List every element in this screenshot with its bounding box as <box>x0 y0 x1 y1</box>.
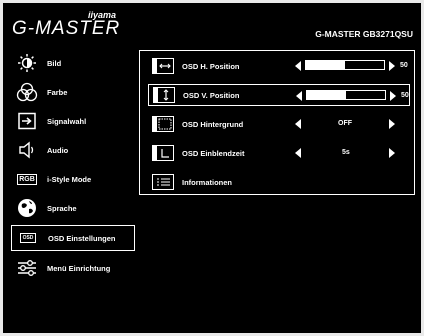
sidebar-item-bild[interactable]: Bild <box>11 50 135 76</box>
decrease-arrow-icon[interactable] <box>296 91 302 101</box>
color-icon <box>13 81 41 103</box>
slider-fill <box>307 91 346 99</box>
row-label: OSD Einblendzeit <box>182 148 245 158</box>
model-name: G-MASTER GB3271QSU <box>315 29 413 39</box>
increase-arrow-icon[interactable] <box>389 61 395 71</box>
sidebar-item-label: Signalwahl <box>47 116 87 126</box>
v-position-value: 50 <box>401 92 409 99</box>
row-osd-h-position[interactable]: OSD H. Position 50 <box>148 55 410 77</box>
sidebar-item-label: OSD Einstellungen <box>48 233 116 243</box>
input-icon <box>13 110 41 132</box>
sidebar-item-audio[interactable]: Audio <box>11 137 135 163</box>
background-value: OFF <box>338 120 352 127</box>
row-osd-v-position[interactable]: OSD V. Position 50 <box>148 84 410 106</box>
sliders-icon <box>13 257 41 279</box>
decrease-arrow-icon[interactable] <box>295 61 301 71</box>
rgb-icon-text: RGB <box>17 173 37 185</box>
speaker-icon <box>13 139 41 161</box>
increase-arrow-icon[interactable] <box>389 119 395 129</box>
sidebar-item-label: Bild <box>47 58 62 68</box>
h-position-slider[interactable] <box>305 60 385 70</box>
sidebar-item-label: i-Style Mode <box>47 174 92 184</box>
h-position-icon <box>152 58 174 74</box>
sidebar-item-menu-einrichtung[interactable]: Menü Einrichtung <box>11 255 135 281</box>
brand-logo: iiyama G-MASTER <box>12 9 142 43</box>
sidebar-item-label: Menü Einrichtung <box>47 263 111 273</box>
settings-panel: OSD H. Position 50 OSD V. Position 50 OS… <box>139 50 415 195</box>
sidebar-item-sprache[interactable]: Sprache <box>11 195 135 221</box>
brand-gmaster: G-MASTER <box>12 18 121 39</box>
increase-arrow-icon[interactable] <box>390 91 396 101</box>
v-position-slider[interactable] <box>306 90 386 100</box>
decrease-arrow-icon[interactable] <box>295 148 301 158</box>
row-label: OSD H. Position <box>182 61 240 71</box>
osd-screen: iiyama G-MASTER G-MASTER GB3271QSU Bild … <box>3 3 421 333</box>
header: iiyama G-MASTER G-MASTER GB3271QSU <box>3 3 421 47</box>
sidebar-item-label: Audio <box>47 145 69 155</box>
globe-icon <box>13 197 41 219</box>
h-position-value: 50 <box>400 62 408 69</box>
row-label: OSD V. Position <box>183 90 240 100</box>
timer-icon <box>152 145 174 161</box>
sidebar-item-signalwahl[interactable]: Signalwahl <box>11 108 135 134</box>
sidebar-item-label: Sprache <box>47 203 77 213</box>
slider-fill <box>306 61 345 69</box>
row-osd-hintergrund[interactable]: OSD Hintergrund OFF <box>148 113 410 135</box>
sidebar-item-osd-einstellungen[interactable]: OSD OSD Einstellungen <box>11 225 135 251</box>
row-label: Informationen <box>182 177 232 187</box>
row-informationen[interactable]: Informationen <box>148 171 410 193</box>
row-label: OSD Hintergrund <box>182 119 244 129</box>
brightness-icon <box>13 52 41 74</box>
v-position-icon <box>153 87 175 103</box>
osd-icon: OSD <box>14 227 42 249</box>
background-icon <box>152 116 174 132</box>
osd-icon-text: OSD <box>19 233 37 243</box>
increase-arrow-icon[interactable] <box>389 148 395 158</box>
rgb-icon: RGB <box>13 168 41 190</box>
sidebar-item-label: Farbe <box>47 87 68 97</box>
sidebar-item-i-style-mode[interactable]: RGB i-Style Mode <box>11 166 135 192</box>
decrease-arrow-icon[interactable] <box>295 119 301 129</box>
info-icon <box>152 174 174 190</box>
sidebar-item-farbe[interactable]: Farbe <box>11 79 135 105</box>
timer-value: 5s <box>342 149 350 156</box>
row-osd-einblendzeit[interactable]: OSD Einblendzeit 5s <box>148 142 410 164</box>
